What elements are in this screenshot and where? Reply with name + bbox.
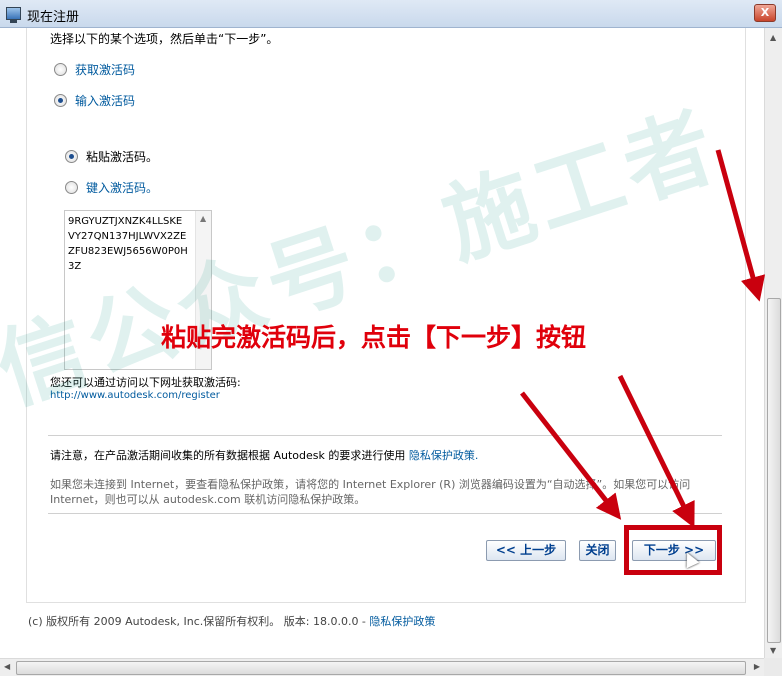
privacy-policy-link[interactable]: 隐私保护政策.	[409, 449, 479, 462]
scroll-up-icon[interactable]: ▲	[200, 214, 206, 223]
title-bar: 现在注册 X	[0, 0, 782, 28]
copyright-text: (c) 版权所有 2009 Autodesk, Inc.保留所有权利。 版本: …	[28, 615, 366, 628]
radio-type-code[interactable]	[65, 181, 78, 194]
next-button-highlight	[624, 525, 722, 575]
register-url-link[interactable]: http://www.autodesk.com/register	[50, 390, 220, 401]
back-button[interactable]: << 上一步	[486, 540, 566, 561]
scroll-left-icon[interactable]: ◀	[4, 662, 10, 671]
horizontal-scroll-thumb[interactable]	[16, 661, 746, 675]
window-title: 现在注册	[27, 10, 80, 25]
option-get-code[interactable]: 获取激活码	[54, 61, 135, 78]
option-type-code[interactable]: 键入激活码。	[65, 179, 158, 196]
divider	[48, 435, 722, 436]
instruction-text: 选择以下的某个选项，然后单击“下一步”。	[50, 32, 279, 46]
privacy-notice-text: 请注意，在产品激活期间收集的所有数据根据 Autodesk 的要求进行使用	[50, 449, 406, 462]
footer-privacy-link[interactable]: 隐私保护政策	[369, 615, 435, 628]
divider	[48, 513, 722, 514]
footer: (c) 版权所有 2009 Autodesk, Inc.保留所有权利。 版本: …	[28, 613, 435, 629]
scroll-right-icon[interactable]: ▶	[754, 662, 760, 671]
option-enter-code[interactable]: 输入激活码	[54, 92, 135, 109]
vertical-scrollbar[interactable]: ▲ ▼	[764, 28, 782, 660]
privacy-offline-note: 如果您未连接到 Internet，要查看隐私保护政策，请将您的 Internet…	[50, 478, 691, 506]
resize-grip[interactable]	[764, 658, 782, 676]
close-dialog-button[interactable]: 关闭	[579, 540, 616, 561]
radio-enter-code[interactable]	[54, 94, 67, 107]
privacy-notice: 请注意，在产品激活期间收集的所有数据根据 Autodesk 的要求进行使用 隐私…	[50, 447, 478, 463]
horizontal-scrollbar[interactable]: ◀ ▶	[0, 658, 764, 676]
scroll-up-icon[interactable]: ▲	[770, 33, 776, 42]
option-type-code-label[interactable]: 键入激活码。	[86, 179, 158, 196]
radio-get-code[interactable]	[54, 63, 67, 76]
code-note: 您还可以通过访问以下网址获取激活码:	[50, 376, 241, 389]
vertical-scroll-thumb[interactable]	[767, 298, 781, 643]
scroll-down-icon[interactable]: ▼	[770, 646, 776, 655]
annotation-text: 粘贴完激活码后，点击【下一步】按钮	[161, 323, 587, 352]
radio-paste-code[interactable]	[65, 150, 78, 163]
window-icon	[6, 7, 21, 23]
option-get-code-label[interactable]: 获取激活码	[75, 61, 135, 78]
close-button[interactable]: X	[754, 4, 776, 22]
option-enter-code-label[interactable]: 输入激活码	[75, 92, 135, 109]
option-paste-code-label[interactable]: 粘贴激活码。	[86, 148, 158, 165]
option-paste-code[interactable]: 粘贴激活码。	[65, 148, 158, 165]
activation-code-text[interactable]: 9RGYUZTJXNZK4LLSKE VY27QN137HJLWVX2ZE ZF…	[68, 214, 194, 274]
